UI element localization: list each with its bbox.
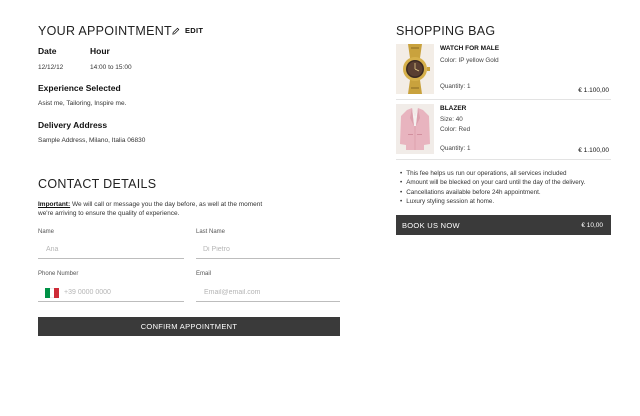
list-item: Luxury styling session at home. xyxy=(400,197,585,206)
phone-input[interactable] xyxy=(38,284,184,302)
item-name: WATCH FOR MALE xyxy=(440,45,500,52)
list-item: This fee helps us run our operations, al… xyxy=(400,169,585,178)
experience-value: Asist me, Tailoring, Inspire me. xyxy=(38,100,127,107)
lastname-input[interactable] xyxy=(196,241,340,259)
lastname-label: Last Name xyxy=(196,229,226,235)
date-value: 12/12/12 xyxy=(38,64,64,71)
divider xyxy=(396,159,611,160)
bag-item-watch: WATCH FOR MALE Color: IP yellow Gold Qua… xyxy=(396,44,611,98)
phone-label: Phone Number xyxy=(38,271,79,277)
blazer-image[interactable] xyxy=(396,104,434,154)
item-quantity: Quantity: 1 xyxy=(440,83,471,90)
name-label: Name xyxy=(38,229,55,235)
divider xyxy=(396,99,611,100)
delivery-label: Delivery Address xyxy=(38,120,108,130)
shopping-bag-title: SHOPPING BAG xyxy=(396,24,496,38)
edit-appointment-link[interactable]: EDIT xyxy=(172,26,203,35)
email-input[interactable] xyxy=(196,284,340,302)
email-label: Email xyxy=(196,271,212,277)
contact-title: CONTACT DETAILS xyxy=(38,177,157,191)
book-price: € 10,00 xyxy=(581,221,603,229)
item-price: € 1.100,00 xyxy=(578,147,609,154)
experience-label: Experience Selected xyxy=(38,83,121,93)
book-us-now-button[interactable]: BOOK US NOW € 10,00 xyxy=(396,215,611,235)
pencil-icon xyxy=(172,27,180,35)
item-size: Size: 40 xyxy=(440,116,463,123)
list-item: Cancellations available before 24h appoi… xyxy=(400,188,585,197)
item-color: Color: IP yellow Gold xyxy=(440,57,499,64)
important-note: Important: We will call or message you t… xyxy=(38,200,268,218)
blazer-icon xyxy=(396,104,434,154)
book-label: BOOK US NOW xyxy=(402,220,460,230)
watch-icon xyxy=(396,44,434,94)
confirm-appointment-button[interactable]: CONFIRM APPOINTMENT xyxy=(38,317,340,336)
date-label: Date xyxy=(38,46,57,56)
fee-notes-list: This fee helps us run our operations, al… xyxy=(400,169,585,207)
edit-label: EDIT xyxy=(185,26,204,35)
hour-value: 14:00 to 15:00 xyxy=(90,64,132,71)
item-quantity: Quantity: 1 xyxy=(440,145,471,152)
item-price: € 1.100,00 xyxy=(578,87,609,94)
delivery-value: Sample Address, Milano, Italia 06830 xyxy=(38,137,146,144)
hour-label: Hour xyxy=(90,46,110,56)
important-text: We will call or message you the day befo… xyxy=(38,201,263,217)
name-input[interactable] xyxy=(38,241,184,259)
watch-image[interactable] xyxy=(396,44,434,94)
item-name: BLAZER xyxy=(440,105,467,112)
list-item: Amount will be blecked on your card unti… xyxy=(400,178,585,187)
appointment-title: YOUR APPOINTMENT xyxy=(38,24,172,38)
important-label: Important: xyxy=(38,201,71,208)
bag-item-blazer: BLAZER Size: 40 Color: Red Quantity: 1 €… xyxy=(396,104,611,158)
item-color: Color: Red xyxy=(440,126,471,133)
